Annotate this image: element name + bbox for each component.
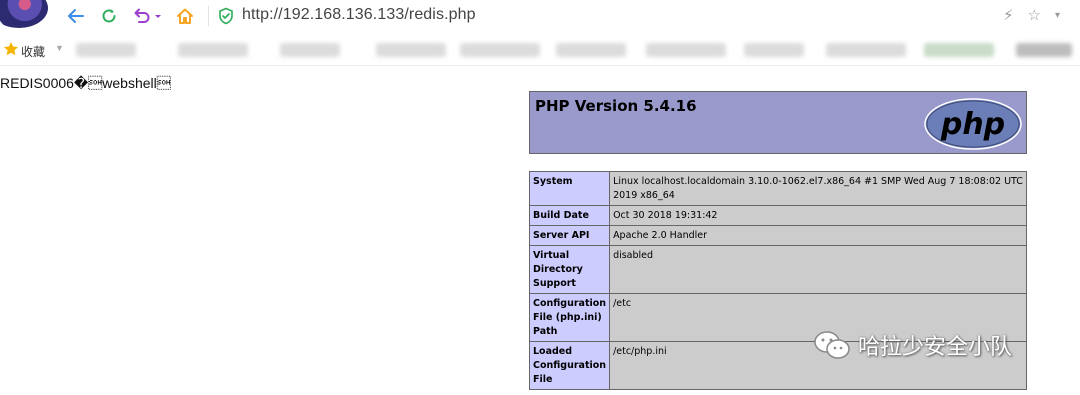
php-logo-icon: php <box>924 98 1022 150</box>
info-value-build-date: Oct 30 2018 19:31:42 <box>609 205 1027 226</box>
favorite-star-icon[interactable]: ☆ <box>1028 6 1041 26</box>
back-arrow-icon[interactable] <box>64 4 88 28</box>
blurred-bookmark[interactable] <box>76 43 136 57</box>
php-version-title: PHP Version 5.4.16 <box>535 97 697 115</box>
wechat-icon <box>814 331 850 359</box>
blurred-bookmark[interactable] <box>178 43 248 57</box>
url-text[interactable]: http://192.168.136.133/redis.php <box>242 6 476 24</box>
blurred-bookmark[interactable] <box>376 43 446 57</box>
table-row: System Linux localhost.localdomain 3.10.… <box>528 171 1027 206</box>
security-shield-icon[interactable] <box>218 7 234 25</box>
undo-menu-icon[interactable] <box>131 4 165 28</box>
watermark-text: 哈拉少安全小队 <box>858 335 1013 360</box>
blurred-bookmark[interactable] <box>460 43 540 57</box>
info-key-build-date: Build Date <box>528 205 611 226</box>
info-key-config-path: Configuration File (php.ini) Path <box>528 293 611 342</box>
blurred-bookmark[interactable] <box>826 43 906 57</box>
php-logo-text: php <box>940 107 1005 142</box>
blurred-bookmark[interactable] <box>556 43 626 57</box>
blurred-bookmark[interactable] <box>744 43 804 57</box>
table-row: Server API Apache 2.0 Handler <box>528 225 1027 246</box>
table-row: Build Date Oct 30 2018 19:31:42 <box>528 205 1027 226</box>
info-value-system: Linux localhost.localdomain 3.10.0-1062.… <box>609 171 1027 206</box>
redis-dump-output: REDIS0006�webshell <box>0 75 171 91</box>
dropdown-caret-icon[interactable]: ▾ <box>1055 6 1060 26</box>
home-icon[interactable] <box>173 4 197 28</box>
bookmarks-folder-label[interactable]: 收藏 <box>21 43 45 60</box>
info-key-loaded-config: Loaded Configuration File <box>528 341 611 390</box>
browser-toolbar: http://192.168.136.133/redis.php ⚡ ☆ ▾ <box>0 0 1080 34</box>
bookmarks-caret-icon[interactable]: ▼ <box>55 43 64 53</box>
phpinfo-header: PHP Version 5.4.16 php <box>529 91 1027 154</box>
info-value-server-api: Apache 2.0 Handler <box>609 225 1027 246</box>
address-bar[interactable]: http://192.168.136.133/redis.php ⚡ ☆ ▾ <box>208 0 1080 32</box>
blurred-bookmark[interactable] <box>280 43 340 57</box>
bookmark-star-icon[interactable] <box>3 41 19 57</box>
address-bar-divider <box>208 6 209 26</box>
reload-icon[interactable] <box>97 4 121 28</box>
lightning-icon[interactable]: ⚡ <box>1003 6 1014 26</box>
bookmarks-bar: 收藏 ▼ <box>0 34 1080 66</box>
wechat-watermark: 哈拉少安全小队 <box>812 328 1012 362</box>
info-key-server-api: Server API <box>528 225 611 246</box>
blurred-bookmark[interactable] <box>1016 43 1072 57</box>
address-bar-actions: ⚡ ☆ ▾ <box>1003 6 1060 26</box>
info-key-system: System <box>528 171 611 206</box>
info-key-virtual-directory: Virtual Directory Support <box>528 245 611 294</box>
blurred-bookmark[interactable] <box>646 43 726 57</box>
info-value-virtual-directory: disabled <box>609 245 1027 294</box>
blurred-bookmark[interactable] <box>924 43 994 57</box>
profile-avatar[interactable] <box>0 0 48 28</box>
table-row: Virtual Directory Support disabled <box>528 245 1027 294</box>
